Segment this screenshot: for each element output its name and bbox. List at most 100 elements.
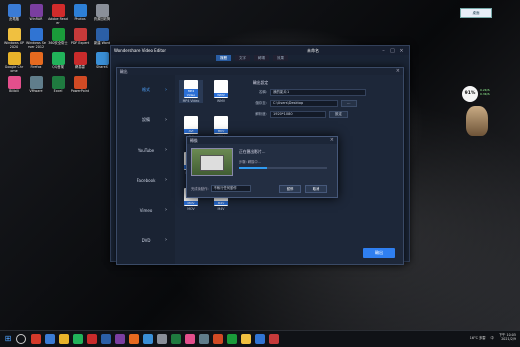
desktop-icon[interactable]: 此電腦 (4, 4, 24, 25)
language-indicator[interactable]: 中 (491, 335, 494, 340)
format-option[interactable]: WMV WMV (209, 80, 233, 103)
network-widget[interactable]: 91% 0.2K/S 0.3K/S (460, 82, 496, 142)
sidebar-item-label: DVD (141, 237, 151, 243)
app-icon (51, 76, 65, 89)
sidebar-item-label: Vimeo (139, 207, 153, 213)
export-button[interactable]: 輸出 (363, 248, 395, 258)
desktop-icon-label: PDF Expert (70, 41, 90, 45)
desktop-icon[interactable]: Windows Server 2012 (26, 28, 46, 49)
taskbar-app-icon[interactable] (199, 334, 209, 344)
desktop-icon[interactable]: QQ音樂 (48, 52, 68, 73)
minimize-icon[interactable]: – (379, 48, 388, 54)
settings-button[interactable]: 設定 (329, 111, 348, 118)
path-field[interactable]: C:\Users\Desktop (270, 100, 338, 107)
desktop-icon-label: ShareX (96, 65, 108, 69)
desktop-icon[interactable]: Excel (48, 76, 68, 97)
video-file-icon: WMV (214, 80, 228, 98)
close-icon[interactable]: × (397, 48, 406, 54)
clock-date: 2021/2/9 (501, 337, 516, 341)
desktop-icon[interactable]: ShareX (92, 52, 112, 73)
cancel-button[interactable]: 取消 (305, 185, 327, 193)
app-icon (95, 52, 109, 65)
close-icon[interactable]: × (396, 68, 400, 75)
weather[interactable]: 16°C 多雲 (470, 335, 486, 340)
desktop-icon[interactable]: 360安全衛士 (48, 28, 68, 49)
sidebar-item[interactable]: YouTube › (117, 135, 175, 165)
taskbar-app-icon[interactable] (101, 334, 111, 344)
taskbar-app-icon[interactable] (31, 334, 41, 344)
desktop-icon[interactable]: WinRAR (26, 4, 46, 25)
video-editor-filename: 未命名 (307, 47, 319, 53)
desktop-icon[interactable]: PDF Expert (70, 28, 90, 49)
desktop-icon[interactable]: 網易雲 (70, 52, 90, 73)
app-icon (95, 28, 109, 41)
desktop-icon[interactable]: 資源回收筒 (92, 4, 112, 25)
desktop-icon[interactable]: PowerPoint (70, 76, 90, 97)
editor-tab[interactable]: 文字 (235, 55, 250, 61)
format-tag: MOV (184, 201, 198, 205)
system-tray: 16°C 多雲 中 下午 10:05 2021/2/9 (470, 333, 516, 341)
video-thumbnail (191, 148, 233, 176)
desktop-icon[interactable]: Adobe Reader (48, 4, 68, 25)
desktop-icon[interactable]: Google Chrome (4, 52, 24, 73)
taskbar-app-icon[interactable] (73, 334, 83, 344)
format-tag: MKV (214, 129, 228, 133)
taskbar-app-icon[interactable] (171, 334, 181, 344)
editor-tab[interactable]: 媒體 (216, 55, 231, 61)
format-option[interactable]: MP4 Video MP4 Video (179, 80, 203, 103)
sidebar-item[interactable]: Facebook › (117, 165, 175, 195)
chevron-right-icon: › (165, 207, 167, 213)
after-select[interactable]: 不執行任何動作 (210, 185, 251, 192)
clock[interactable]: 下午 10:05 2021/2/9 (499, 333, 516, 341)
pause-button[interactable]: 暫停 (279, 185, 301, 193)
start-icon[interactable]: ⊞ (3, 334, 13, 344)
format-tag: AVI (184, 129, 198, 133)
format-label: MP4 Video (182, 99, 200, 103)
resolution-select[interactable]: 1920*1080 (270, 111, 326, 118)
taskbar-app-icon[interactable] (143, 334, 153, 344)
taskbar-app-icon[interactable] (269, 334, 279, 344)
taskbar-app-icon[interactable] (115, 334, 125, 344)
taskbar-app-icon[interactable] (213, 334, 223, 344)
close-icon[interactable]: × (330, 137, 334, 144)
sidebar-item[interactable]: 格式 › (117, 75, 175, 105)
desktop-icon-label: Photos (74, 17, 86, 21)
editor-tab[interactable]: 效果 (273, 55, 288, 61)
network-speed: 0.2K/S 0.3K/S (480, 88, 490, 96)
desktop-icon[interactable]: 新建 Word (92, 28, 112, 49)
editor-tab[interactable]: 轉場 (254, 55, 269, 61)
taskbar-app-icon[interactable] (227, 334, 237, 344)
taskbar-app-icon[interactable] (59, 334, 69, 344)
taskbar-app-icon[interactable] (185, 334, 195, 344)
sidebar-item[interactable]: Vimeo › (117, 195, 175, 225)
app-icon (73, 28, 87, 41)
taskbar-app-icon[interactable] (129, 334, 139, 344)
taskbar-app-icon[interactable] (157, 334, 167, 344)
desktop-icon[interactable]: Firefox (26, 52, 46, 73)
desktop-icon-label: 網易雲 (75, 65, 85, 69)
format-label: M4V (217, 207, 225, 211)
desktop-icon-label: Bilibili (9, 89, 19, 93)
search-icon[interactable] (16, 334, 26, 344)
desktop-icon[interactable]: Bilibili (4, 76, 24, 97)
sidebar-item[interactable]: 設備 › (117, 105, 175, 135)
after-label: 完成後動作: (191, 187, 209, 191)
settings-heading: 輸出設定 (253, 80, 269, 85)
progress-bar-fill (239, 167, 268, 169)
taskbar-app-icon[interactable] (87, 334, 97, 344)
desktop-icon[interactable]: Windows XP 2020 (4, 28, 24, 49)
taskbar-app-icon[interactable] (255, 334, 265, 344)
sidebar-item[interactable]: DVD › (117, 225, 175, 255)
app-icon (73, 4, 87, 17)
desktop-icon-label: QQ音樂 (52, 65, 64, 69)
name-field[interactable]: 我的影片1 (270, 89, 366, 96)
app-icon (51, 4, 65, 17)
taskbar-app-icon[interactable] (241, 334, 251, 344)
export-dialog-title: 輸出 (117, 68, 403, 75)
browse-button[interactable]: … (341, 100, 357, 107)
sidebar-item-label: 格式 (142, 87, 150, 92)
desktop-icon[interactable]: VMware (26, 76, 46, 97)
maximize-icon[interactable]: □ (388, 48, 397, 54)
taskbar-app-icon[interactable] (45, 334, 55, 344)
desktop-icon[interactable]: Photos (70, 4, 90, 25)
